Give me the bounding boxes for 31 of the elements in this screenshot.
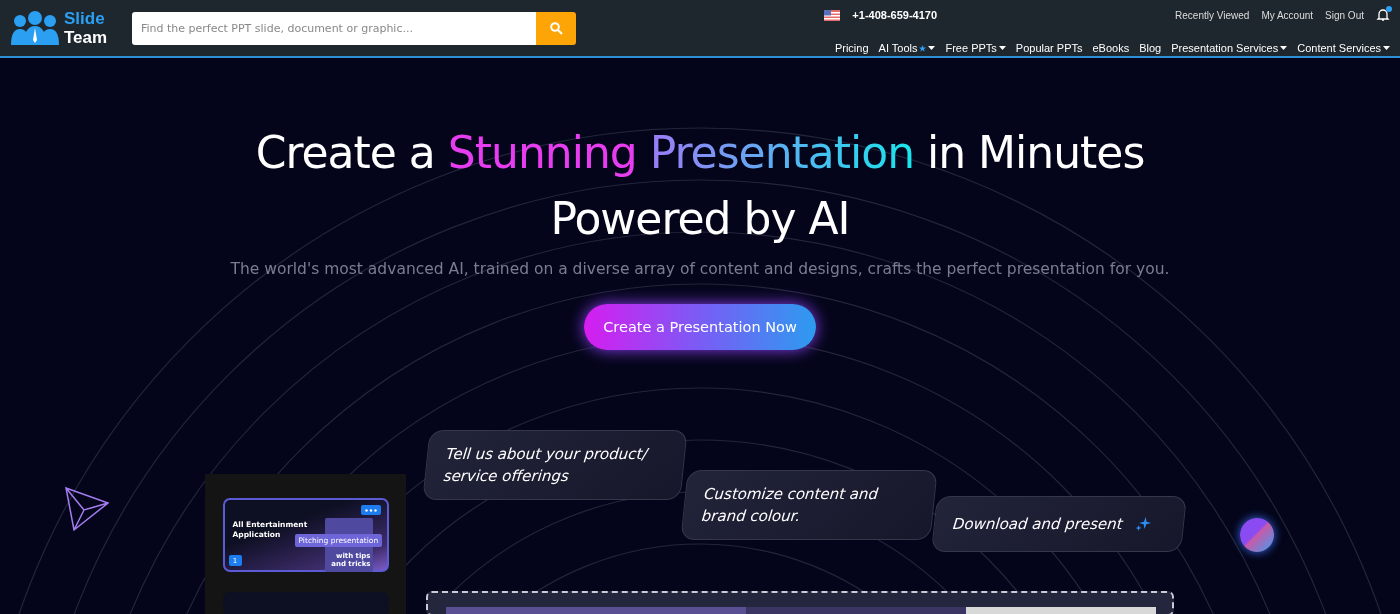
nav-link[interactable]: Pricing	[834, 42, 869, 54]
hero-title: Create a Stunning Presentation in Minutes	[255, 126, 1145, 180]
account-link[interactable]: My Account	[1261, 9, 1314, 21]
paper-plane-icon	[64, 486, 110, 532]
nav-link[interactable]: Popular PPTs	[1015, 42, 1083, 54]
account-link[interactable]: Recently Viewed	[1175, 9, 1250, 21]
step-text: Customize content and brand colour.	[700, 484, 880, 527]
notification-bell[interactable]	[1376, 8, 1390, 22]
hero-subtitle: The world's most advanced AI, trained on a diverse array of content and designs, crafts the perfect presentation for you.	[230, 260, 1170, 278]
bell-icon	[1376, 8, 1390, 22]
hero-title: Powered by AI	[550, 192, 850, 246]
assistant-orb[interactable]	[1240, 518, 1274, 552]
logo-icon	[10, 10, 60, 46]
search-icon	[549, 21, 563, 35]
more-icon	[364, 508, 377, 512]
logo-text: Team	[64, 28, 108, 47]
nav-link[interactable]: Free PPTs	[945, 42, 1006, 54]
nav-link[interactable]: AI Tools	[878, 42, 936, 54]
account-link[interactable]: Sign Out	[1325, 9, 1364, 21]
more-button[interactable]	[360, 505, 381, 515]
phone-number: +1-408-659-4170	[852, 9, 938, 21]
step-text: Download and present	[951, 514, 1124, 535]
create-presentation-button[interactable]: Create a Presentation Now	[584, 304, 816, 350]
logo-text: Slide	[64, 9, 106, 28]
nav-link[interactable]: Content Services	[1297, 42, 1390, 54]
nav-link[interactable]: Blog	[1139, 42, 1162, 54]
nav-link[interactable]: Presentation Services	[1171, 42, 1288, 54]
nav-link[interactable]: eBooks	[1092, 42, 1130, 54]
flag-icon	[824, 9, 841, 21]
step-text: Tell us about your product/ service offerings	[442, 444, 651, 487]
search-button[interactable]	[536, 11, 576, 45]
